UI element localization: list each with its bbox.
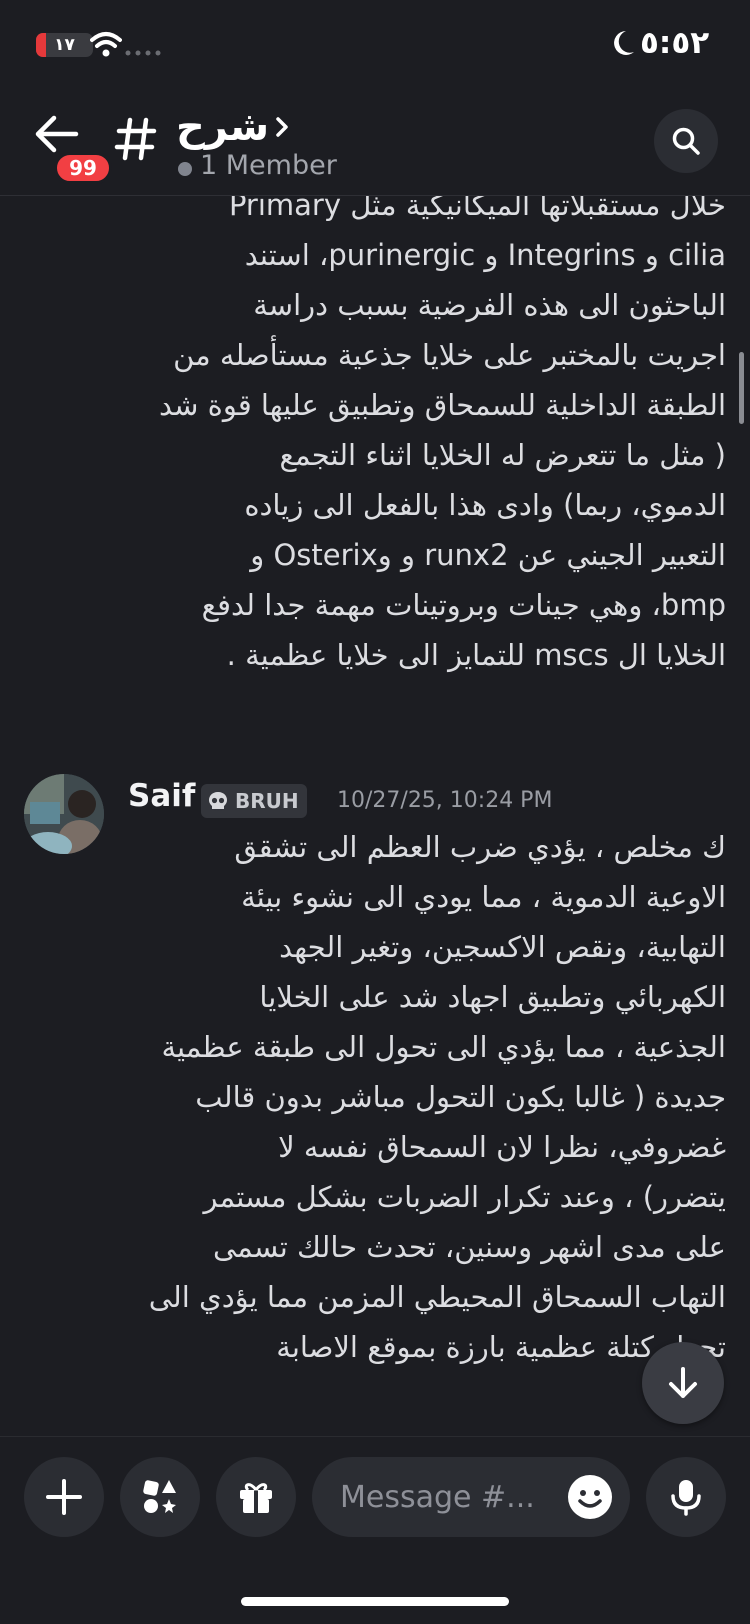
message-line: الخلايا ال mscs للتمايز الى خلايا عظمية …	[226, 638, 726, 672]
message-line: يتضرر) ، وعند تكرار الضربات بشكل مستمر	[203, 1180, 726, 1214]
message-line: غضروفي، نظرا لان السمحاق نفسه لا	[278, 1130, 726, 1164]
message-author[interactable]: Saif	[128, 778, 195, 814]
microphone-icon	[671, 1480, 701, 1516]
apps-icon	[143, 1480, 176, 1513]
message-line: الدموي، ربما) وادى هذا بالفعل الى زياده	[244, 488, 726, 522]
voice-message-button[interactable]	[646, 1457, 726, 1537]
channel-name[interactable]: شرح	[176, 104, 269, 150]
battery-indicator: ١٧	[36, 33, 93, 57]
plus-icon	[46, 1479, 82, 1515]
message-composer	[0, 1436, 750, 1624]
member-count[interactable]: 1 Member	[200, 150, 337, 181]
role-tag[interactable]: BRUH	[201, 784, 307, 818]
gift-button[interactable]	[216, 1457, 296, 1537]
apps-button[interactable]	[120, 1457, 200, 1537]
channel-header: 99 شرح 1 Member	[0, 92, 750, 196]
jump-to-bottom-button[interactable]	[642, 1342, 724, 1424]
message-line: التعبير الجيني عن runx2 و وOsterix و	[250, 538, 726, 572]
message-line: ( مثل ما تتعرض له الخلايا اثناء التجمع	[279, 438, 726, 472]
message-body: ك مخلص ، يؤدي ضرب العظم الى تشقق الاوعية…	[106, 822, 726, 1372]
add-attachment-button[interactable]	[24, 1457, 104, 1537]
message-timestamp: 10/27/25, 10:24 PM	[337, 788, 553, 813]
message-line: bmp، وهي جينات وبروتينات مهمة جدا لدفع	[201, 588, 726, 622]
gift-icon	[240, 1483, 272, 1513]
avatar[interactable]	[24, 774, 104, 854]
unread-badge: 99	[54, 152, 112, 184]
battery-label: ١٧	[54, 35, 75, 55]
message-line: على مدى اشهر وسنين، تحدث حالك تسمى	[212, 1230, 726, 1264]
message-line: الجذعية ، مما يؤدي الى تحول الى طبقة عظم…	[161, 1030, 726, 1064]
scrollbar[interactable]	[739, 352, 744, 424]
wifi-icon	[90, 32, 122, 57]
arrow-down-icon	[669, 1367, 697, 1398]
signal-dots-icon	[125, 50, 161, 56]
message-line: اجريت بالمختبر على خلايا جذعية مستأصله م…	[173, 338, 726, 372]
message-list[interactable]: خلال مستقبلاتها الميكانيكية مثل Primary …	[0, 196, 750, 1436]
skull-icon	[209, 792, 227, 811]
role-tag-label: BRUH	[235, 789, 299, 813]
search-button[interactable]	[654, 109, 718, 173]
message-line: تحول كتلة عظمية بارزة بموقع الاصابة	[276, 1330, 726, 1364]
message-line: الاوعية الدموية ، مما يودي الى نشوء بيئة	[241, 880, 726, 914]
message-line: cilia و Integrins و purinergic، استند	[244, 238, 726, 272]
search-icon	[672, 127, 700, 155]
message-line: التهابية، ونقص الاكسجين، وتغير الجهد	[279, 930, 726, 964]
message-line: خلال مستقبلاتها الميكانيكية مثل Primary	[228, 196, 726, 222]
message-line: جديدة ( غالبا يكون التحول مباشر بدون قال…	[195, 1080, 726, 1114]
message-line: الطبقة الداخلية للسمحاق وتطبيق عليها قوة…	[158, 388, 726, 422]
back-arrow-icon[interactable]	[34, 112, 80, 156]
message-body: خلال مستقبلاتها الميكانيكية مثل Primary …	[126, 196, 726, 680]
avatar-image	[24, 774, 104, 854]
moon-icon	[614, 31, 634, 55]
member-status-dot	[178, 162, 192, 176]
message-line: الكهربائي وتطبيق اجهاد شد على الخلايا	[259, 980, 726, 1014]
status-bar: ١٧ ٥:٥٢	[0, 0, 750, 92]
emoji-icon[interactable]	[566, 1473, 614, 1521]
clock: ٥:٥٢	[640, 25, 710, 61]
message-line: التهاب السمحاق المحيطي المزمن مما يؤدي ا…	[148, 1280, 726, 1314]
hash-icon	[114, 117, 157, 161]
message-line: ك مخلص ، يؤدي ضرب العظم الى تشقق	[234, 830, 726, 864]
chevron-right-icon[interactable]	[272, 112, 292, 142]
message-line: الباحثون الى هذه الفرضية بسبب دراسة	[253, 288, 726, 322]
home-indicator	[241, 1597, 509, 1606]
